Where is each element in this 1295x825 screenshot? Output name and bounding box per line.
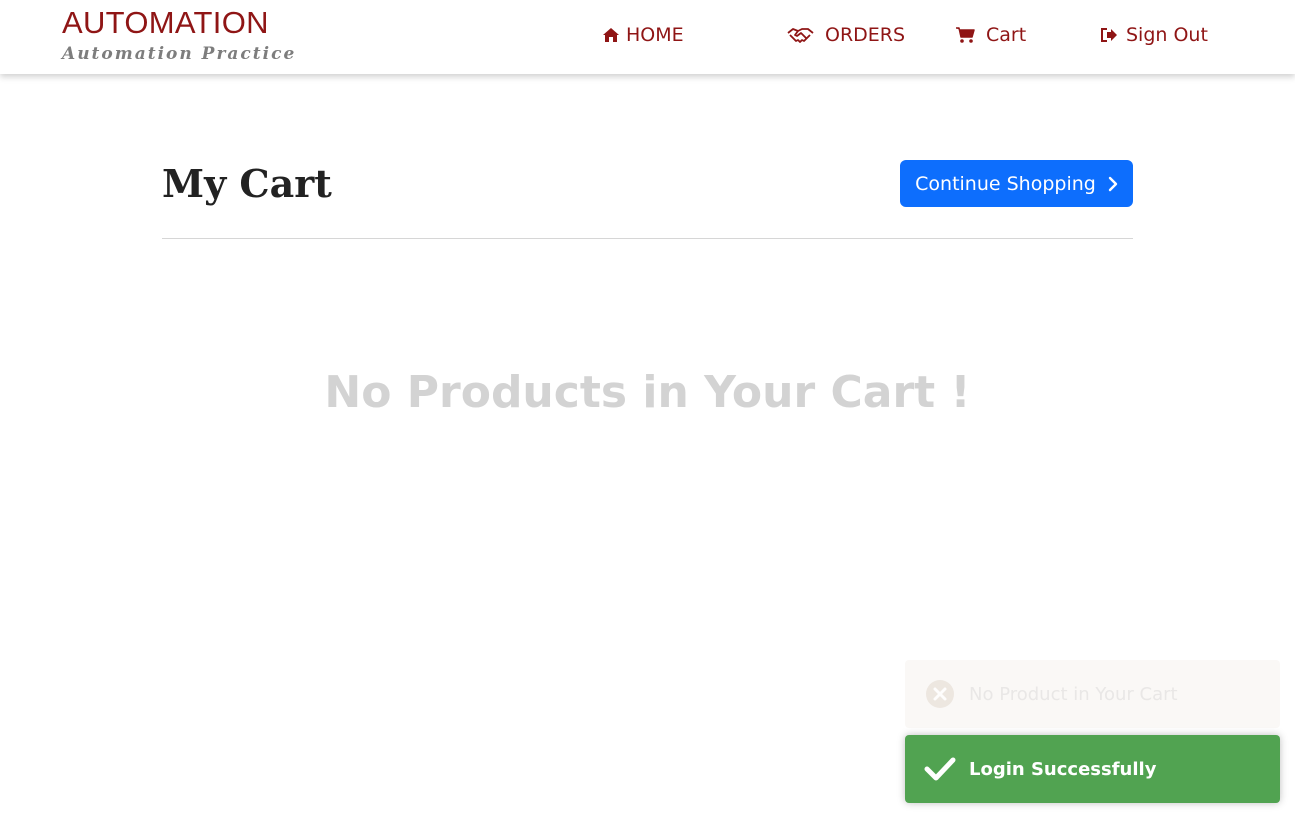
toast-success[interactable]: Login Successfully: [905, 735, 1280, 803]
page-title: My Cart: [162, 161, 332, 206]
nav-orders-label: ORDERS: [825, 24, 906, 46]
nav-cart-link[interactable]: Cart: [955, 20, 1026, 50]
sign-out-icon: [1100, 27, 1118, 43]
toast-error[interactable]: No Product in Your Cart: [905, 660, 1280, 728]
brand-logo[interactable]: AUTOMATION Automation Practice: [62, 5, 296, 65]
nav-home-label: HOME: [626, 24, 684, 46]
nav-cart-label: Cart: [986, 24, 1027, 46]
toast-error-text: No Product in Your Cart: [969, 683, 1178, 705]
top-navbar: AUTOMATION Automation Practice HOME ORDE…: [0, 0, 1295, 74]
nav-signout-label: Sign Out: [1126, 24, 1208, 46]
continue-shopping-button[interactable]: Continue Shopping: [900, 160, 1133, 207]
brand-title: AUTOMATION: [62, 5, 269, 40]
error-circle-icon: [923, 679, 957, 709]
home-icon: [602, 27, 620, 43]
shopping-cart-icon: [955, 26, 975, 44]
continue-shopping-label: Continue Shopping: [915, 172, 1096, 195]
nav-signout-link[interactable]: Sign Out: [1100, 20, 1208, 50]
nav-orders-link[interactable]: ORDERS: [787, 20, 905, 50]
handshake-icon: [787, 27, 814, 43]
brand-subtitle: Automation Practice: [62, 44, 297, 64]
empty-cart-message: No Products in Your Cart !: [324, 367, 971, 418]
chevron-right-icon: [1108, 176, 1118, 192]
toast-success-text: Login Successfully: [969, 758, 1157, 780]
nav-home-link[interactable]: HOME: [602, 20, 684, 50]
checkmark-icon: [923, 756, 957, 782]
title-divider: [162, 238, 1133, 239]
